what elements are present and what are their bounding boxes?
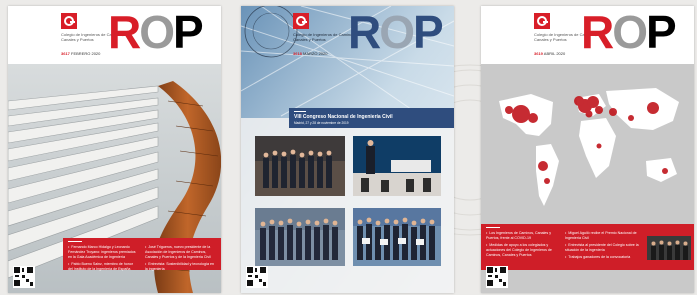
headline-item: Trabajos ganadores de la convocatoria <box>565 255 645 260</box>
issue-line: 3618 MARZO 2020 <box>293 51 328 56</box>
headline-panel: Los Ingenieros de Caminos, Canales y Pue… <box>481 224 694 270</box>
banner-subtitle: Madrid, 27 y 28 de noviembre de 2019 <box>294 121 349 125</box>
magazine-title: ROP <box>348 6 444 58</box>
magazine-title: ROP <box>108 6 204 58</box>
masthead: Colegio de Ingenieros de Caminos, Canale… <box>241 6 454 64</box>
headline-item: José Trigueros, nuevo presidente de la A… <box>145 245 215 260</box>
colegio-logo-icon <box>293 13 309 29</box>
magazine-cover-february[interactable]: Colegio de Ingenieros de Caminos, Canale… <box>8 6 221 293</box>
headline-item: Medidas de apoyo a los colegiados y actu… <box>486 243 558 258</box>
issue-line: 3619 ABRIL 2020 <box>534 51 566 56</box>
congress-banner: VIII Congreso Nacional de Ingeniería Civ… <box>289 108 454 128</box>
magazine-cover-april[interactable]: Colegio de Ingenieros de Caminos, Canale… <box>481 6 694 293</box>
magazine-cover-march[interactable]: Colegio de Ingenieros de Caminos, Canale… <box>241 6 454 293</box>
qr-code-icon[interactable] <box>486 266 508 288</box>
headline-item: Miguel Aguiló recibe el Premio Nacional … <box>565 231 645 241</box>
headline-item: Fernando Marco Hidalgo y Leonardo Fernán… <box>68 245 138 260</box>
headline-item: Los Ingenieros de Caminos, Canales y Pue… <box>486 231 558 241</box>
congress-photo-grid <box>255 136 441 266</box>
masthead: Colegio de Ingenieros de Caminos, Canale… <box>481 6 694 64</box>
colegio-logo-icon <box>534 13 550 29</box>
qr-code-icon[interactable] <box>246 266 268 288</box>
headline-item: Entrevista al presidente del Colegio sob… <box>565 243 645 253</box>
headline-item: Pablo Bueno Sainz, miembro de honor del … <box>68 262 138 272</box>
masthead: Colegio de Ingenieros de Caminos, Canale… <box>8 6 221 64</box>
banner-title: VIII Congreso Nacional de Ingeniería Civ… <box>294 114 393 120</box>
headline-thumbnail <box>647 236 691 260</box>
qr-code-icon[interactable] <box>13 266 35 288</box>
headline-panel: Fernando Marco Hidalgo y Leonardo Fernán… <box>63 238 221 272</box>
headline-item: Entrevista: Sostenibilidad y tecnología … <box>145 262 215 272</box>
issue-line: 3617 FEBRERO 2020 <box>61 51 101 56</box>
magazine-title: ROP <box>581 6 677 58</box>
colegio-logo-icon <box>61 13 77 29</box>
